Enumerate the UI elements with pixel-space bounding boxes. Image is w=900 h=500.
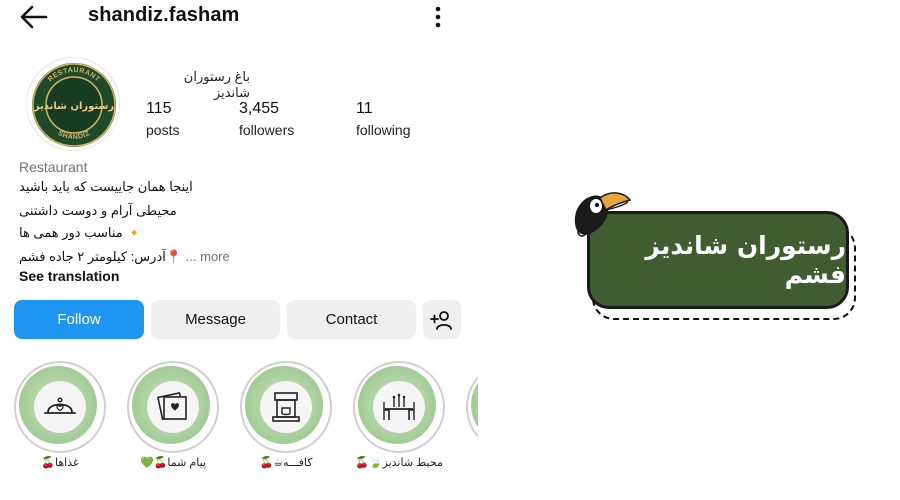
highlight-label: محيط شانديز🍃🍒 (355, 457, 443, 469)
following-label: following (356, 122, 411, 138)
followers-count: 3,455 (239, 100, 280, 117)
bio-more-link[interactable]: ... more (186, 249, 230, 264)
highlight-label: پيام شما🍒💚 (140, 457, 206, 469)
add-user-button[interactable] (423, 300, 461, 339)
posts-label: posts (146, 122, 180, 138)
bio-address: 📍آدرس: کيلومتر ۲ جاده فشم (19, 249, 183, 264)
avatar-center-text: رستوران شانديز (33, 101, 114, 112)
profile-avatar[interactable]: RESTAURANT SHANDIZ رستوران شانديز (26, 57, 120, 151)
see-translation-link[interactable]: See translation (19, 268, 119, 284)
profile-display-name: باغ رستوران شانديز (183, 69, 250, 100)
following-stat[interactable]: 11 following (356, 100, 410, 138)
highlight-label: غذاها🍒 (41, 457, 79, 469)
coffee-machine-icon (259, 380, 313, 439)
photos-heart-icon (146, 380, 200, 439)
top-bar: shandiz.fasham (0, 0, 478, 34)
more-options-icon[interactable] (428, 4, 448, 30)
follow-button[interactable]: Follow (14, 300, 144, 339)
add-person-icon (430, 310, 452, 330)
contact-button[interactable]: Contact (287, 300, 416, 339)
back-arrow-icon[interactable] (18, 4, 50, 30)
bio-line: 🔸 مناسب دور همی ها (19, 225, 143, 240)
followers-stat[interactable]: 3,455 followers (239, 100, 294, 138)
bio-line: اينجا همان جاييست که بايد باشيد (19, 179, 193, 194)
followers-label: followers (239, 122, 295, 138)
posts-stat[interactable]: 115 posts (146, 100, 179, 138)
restaurant-banner: رستوران شانديز فشم (570, 184, 870, 324)
posts-count: 115 (146, 100, 172, 117)
message-button[interactable]: Message (151, 300, 280, 339)
dining-table-icon (372, 380, 426, 439)
highlight-label: کافـــه☕🍒 (259, 457, 313, 469)
bio-line: محيطی آرام و دوست داشتنی (19, 203, 177, 218)
food-cloche-icon (33, 380, 87, 439)
bio-line-address: 📍آدرس: کيلومتر ۲ جاده فشم ... more (19, 249, 230, 265)
following-count: 11 (356, 100, 373, 117)
profile-username: shandiz.fasham (88, 4, 240, 26)
toucan-icon (570, 184, 632, 240)
instagram-profile-panel: shandiz.fasham RESTAURANT SHANDIZ رستورا… (0, 0, 478, 500)
profile-category: Restaurant (19, 159, 88, 175)
